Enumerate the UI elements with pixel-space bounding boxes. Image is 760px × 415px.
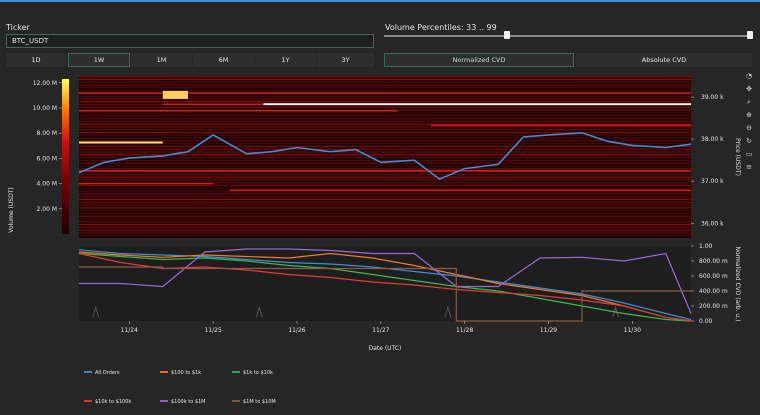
heatmap-band: [79, 145, 691, 147]
heatmap-band: [79, 165, 691, 167]
heatmap-band: [79, 176, 691, 178]
date-tick-label: 11/30: [624, 327, 641, 334]
heatmap-band: [79, 184, 691, 187]
heatmap-band: [229, 189, 691, 191]
volume-colorbar: [62, 79, 69, 234]
heatmap-band: [79, 193, 691, 195]
date-axis-label: Date (UTC): [369, 345, 402, 352]
heatmap-band: [79, 115, 691, 117]
date-tick-label: 11/28: [456, 327, 473, 334]
date-tick-label: 11/26: [288, 327, 305, 334]
heatmap-band: [79, 76, 691, 78]
price-tick-label: 36.00 k: [701, 220, 724, 227]
volume-axis-label: Volume (USDT): [8, 187, 15, 232]
heatmap-band: [79, 148, 691, 150]
cvd-tick-label: 0.00: [699, 318, 713, 325]
date-tick-label: 11/27: [372, 327, 389, 334]
heatmap-band: [79, 198, 691, 201]
heatmap-band: [79, 112, 691, 114]
cvd-tick-label: 200.00 m: [699, 303, 728, 310]
legend-label: $1M to $10M: [243, 399, 276, 405]
heatmap-band: [79, 101, 691, 103]
heatmap-band: [79, 151, 691, 153]
hover-icon[interactable]: ≡: [746, 163, 752, 171]
heatmap-band: [79, 117, 691, 120]
heatmap-hot-level-0: [263, 103, 691, 106]
heatmap-band: [79, 173, 691, 175]
heatmap-band: [79, 218, 691, 220]
cvd-tick-label: 600.00 m: [699, 273, 728, 280]
heatmap-band: [79, 131, 691, 134]
colorbar-tick-label: 4.00 M: [37, 181, 57, 188]
heatmap-band: [79, 81, 691, 83]
heatmap-band: [79, 207, 691, 209]
color-wheel-icon[interactable]: ◔: [746, 72, 752, 80]
heatmap-band: [79, 179, 691, 181]
heatmap-band: [79, 196, 691, 198]
heatmap-band: [79, 157, 691, 159]
heatmap-hot-level-2: [162, 90, 188, 99]
heatmap-band: [79, 224, 691, 226]
legend-label: $1k to $10k: [243, 370, 273, 376]
heatmap-band: [79, 221, 691, 223]
heatmap-band: [79, 106, 691, 108]
heatmap-band: [79, 215, 691, 217]
heatmap-band: [431, 124, 691, 127]
heatmap-band: [79, 143, 691, 145]
cvd-axis-label: Normalized CVD (arb. u.): [734, 247, 741, 322]
colorbar-tick-label: 10.00 M: [33, 105, 57, 112]
heatmap-band: [79, 78, 691, 80]
heatmap-band: [79, 212, 691, 215]
heatmap-band: [79, 140, 691, 142]
heatmap-band: [79, 201, 691, 203]
cvd-tick-label: 1.00: [699, 243, 713, 250]
save-icon[interactable]: ▭: [746, 150, 753, 158]
heatmap-band: [79, 159, 691, 161]
heatmap-band: [79, 168, 691, 170]
price-tick-label: 39.00 k: [701, 94, 724, 101]
reset-icon[interactable]: ↻: [746, 137, 752, 145]
heatmap-band: [79, 204, 691, 206]
colorbar-tick-label: 8.00 M: [37, 130, 57, 137]
heatmap-band: [79, 210, 691, 212]
zoom-in-icon[interactable]: ⊕: [746, 111, 752, 119]
heatmap-band: [79, 170, 691, 172]
date-tick-label: 11/25: [204, 327, 221, 334]
pan-icon[interactable]: ✥: [746, 85, 752, 93]
legend-label: $10k to $100k: [95, 399, 131, 405]
heatmap-hot-level-1: [79, 141, 163, 144]
heatmap-band: [79, 226, 691, 228]
legend-label: $100k to $1M: [171, 399, 206, 405]
heatmap-band: [79, 134, 691, 136]
zoom-icon[interactable]: ⌕: [747, 98, 751, 106]
order-book-chart[interactable]: 36.00 k 37.00 k 38.00 k 39.00 k Price (USDT)…: [0, 0, 760, 415]
cvd-tick-label: 800.00 m: [699, 258, 728, 265]
heatmap-band: [79, 187, 691, 189]
heatmap-band: [79, 110, 398, 112]
legend-label: All Orders: [95, 370, 120, 376]
heatmap-band: [79, 232, 691, 234]
heatmap-band: [79, 129, 691, 131]
zoom-out-icon[interactable]: ⊖: [746, 124, 752, 132]
colorbar-tick-label: 6.00 M: [37, 155, 57, 162]
legend-label: $100 to $1k: [171, 370, 201, 376]
date-tick-label: 11/24: [121, 327, 138, 334]
heatmap-band: [79, 182, 214, 185]
price-tick-label: 37.00 k: [701, 178, 724, 185]
price-axis-label: Price (USDT): [734, 138, 741, 176]
heatmap-band: [79, 87, 691, 89]
colorbar-tick-label: 12.00 M: [33, 80, 57, 87]
date-tick-label: 11/29: [540, 327, 557, 334]
cvd-tick-label: 400.00 m: [699, 288, 728, 295]
heatmap-band: [79, 120, 691, 122]
heatmap-band: [79, 84, 691, 86]
heatmap-band: [79, 126, 691, 128]
heatmap-band: [79, 229, 691, 231]
heatmap-band: [79, 235, 691, 237]
heatmap-band: [79, 123, 691, 125]
colorbar-tick-label: 2.00 M: [37, 206, 57, 213]
price-tick-label: 38.00 k: [701, 136, 724, 143]
